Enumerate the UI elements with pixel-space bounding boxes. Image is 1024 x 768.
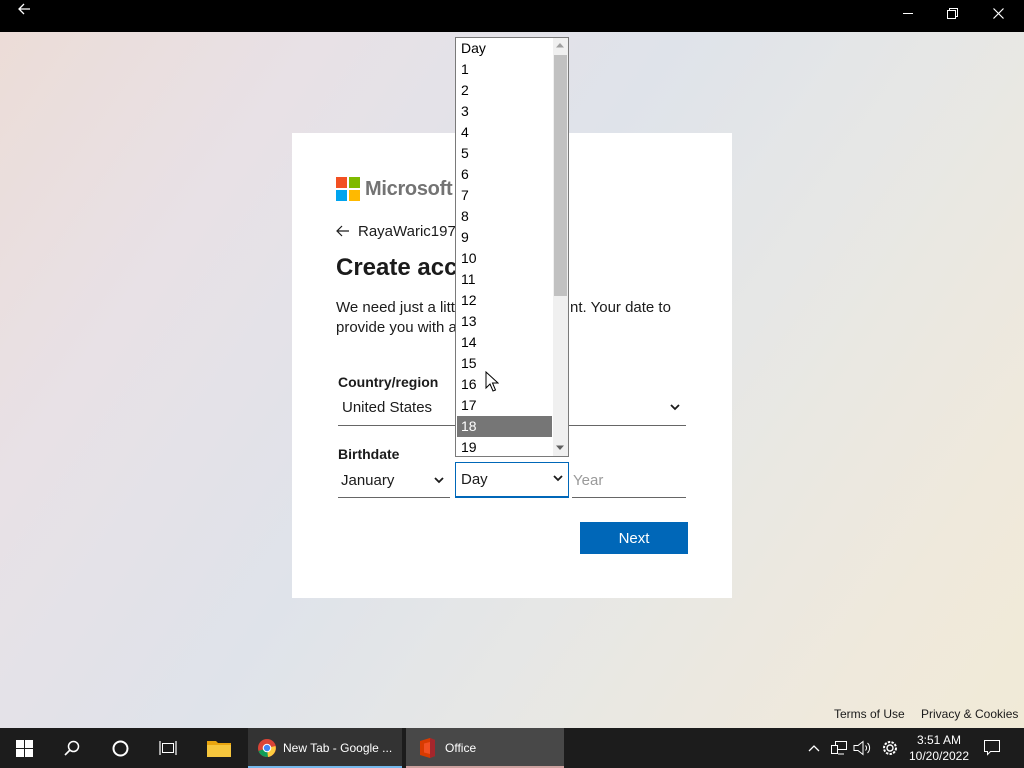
microsoft-logo: Microsoft (336, 177, 453, 201)
day-option[interactable]: 17 (457, 395, 552, 416)
chevron-down-icon (670, 404, 680, 411)
taskbar-app-label: Office (445, 741, 477, 755)
clock-time: 3:51 AM (916, 733, 962, 747)
mouse-cursor-icon (485, 371, 499, 392)
office-icon (420, 738, 435, 758)
action-center-button[interactable] (980, 728, 1004, 768)
day-select[interactable]: Day (455, 462, 569, 498)
terms-link[interactable]: Terms of Use (834, 707, 905, 721)
close-icon[interactable] (993, 8, 1004, 19)
restore-icon[interactable] (947, 8, 958, 19)
microsoft-logo-icon (336, 177, 360, 201)
taskbar-app-label: New Tab - Google ... (283, 741, 393, 755)
year-placeholder: Year (573, 472, 604, 489)
day-option[interactable]: 9 (457, 227, 552, 248)
day-value: Day (461, 471, 488, 488)
volume-icon (853, 740, 871, 756)
task-view-button[interactable] (144, 728, 192, 768)
task-view-icon (159, 741, 177, 755)
show-hidden-icons-button[interactable] (806, 728, 822, 768)
day-option[interactable]: 11 (457, 269, 552, 290)
cortana-button[interactable] (96, 728, 144, 768)
day-option[interactable]: 10 (457, 248, 552, 269)
day-option[interactable]: 7 (457, 185, 552, 206)
brand-name: Microsoft (365, 177, 453, 200)
day-option[interactable]: 8 (457, 206, 552, 227)
network-icon (831, 741, 847, 755)
windows-logo-icon (15, 739, 33, 757)
identity-text: RayaWaric197 (358, 222, 456, 240)
page-title: Create acco (336, 254, 473, 281)
day-dropdown-list[interactable]: Day 1 2 3 4 5 6 7 8 9 10 11 12 13 14 15 16 17 18 19 (455, 37, 569, 457)
notification-icon (984, 740, 1000, 756)
month-select[interactable]: January (338, 466, 450, 498)
volume-button[interactable] (852, 728, 872, 768)
taskbar: New Tab - Google ... Office 3:51 AM 10/2… (0, 728, 1024, 768)
file-explorer-button[interactable] (196, 728, 242, 768)
search-icon (64, 740, 80, 756)
minimize-icon[interactable] (903, 13, 913, 15)
back-arrow-icon[interactable] (336, 225, 350, 237)
year-input[interactable]: Year (572, 462, 686, 498)
day-option[interactable]: 4 (457, 122, 552, 143)
day-option[interactable]: 3 (457, 101, 552, 122)
back-arrow-icon[interactable] (17, 2, 31, 16)
day-option[interactable]: 12 (457, 290, 552, 311)
country-label: Country/region (338, 374, 439, 390)
day-option[interactable]: 15 (457, 353, 552, 374)
clock-date: 10/20/2022 (908, 749, 970, 763)
next-button[interactable]: Next (580, 522, 688, 554)
scrollbar-thumb[interactable] (554, 55, 567, 296)
chevron-down-icon (434, 477, 444, 484)
day-option[interactable]: 2 (457, 80, 552, 101)
window-title-bar (0, 0, 1024, 32)
start-button[interactable] (0, 728, 48, 768)
day-option[interactable]: 18 (457, 416, 552, 437)
identity-banner[interactable]: RayaWaric197 (336, 221, 456, 241)
privacy-link[interactable]: Privacy & Cookies (921, 707, 1018, 721)
network-button[interactable] (829, 728, 849, 768)
gear-icon (883, 741, 897, 755)
cortana-circle-icon (112, 740, 128, 756)
chrome-icon (258, 739, 276, 758)
day-option[interactable]: 1 (457, 59, 552, 80)
folder-icon (207, 741, 231, 757)
day-option[interactable]: 5 (457, 143, 552, 164)
settings-button[interactable] (880, 728, 900, 768)
clock[interactable]: 3:51 AM 10/20/2022 (906, 732, 972, 764)
search-button[interactable] (48, 728, 96, 768)
country-value: United States (342, 399, 433, 416)
taskbar-app-office[interactable]: Office (406, 728, 564, 768)
day-option[interactable]: 14 (457, 332, 552, 353)
day-option[interactable]: 13 (457, 311, 552, 332)
chevron-up-icon (808, 745, 820, 752)
scroll-down-arrow-icon[interactable] (556, 445, 564, 451)
day-option[interactable]: 16 (457, 374, 552, 395)
month-value: January (341, 472, 395, 489)
birthdate-label: Birthdate (338, 446, 400, 462)
taskbar-app-chrome[interactable]: New Tab - Google ... (248, 728, 402, 768)
day-option[interactable]: 6 (457, 164, 552, 185)
chevron-down-icon (553, 475, 563, 482)
day-option[interactable]: 19 (457, 437, 552, 456)
scroll-up-arrow-icon[interactable] (556, 42, 564, 48)
day-option[interactable]: Day (457, 38, 552, 59)
